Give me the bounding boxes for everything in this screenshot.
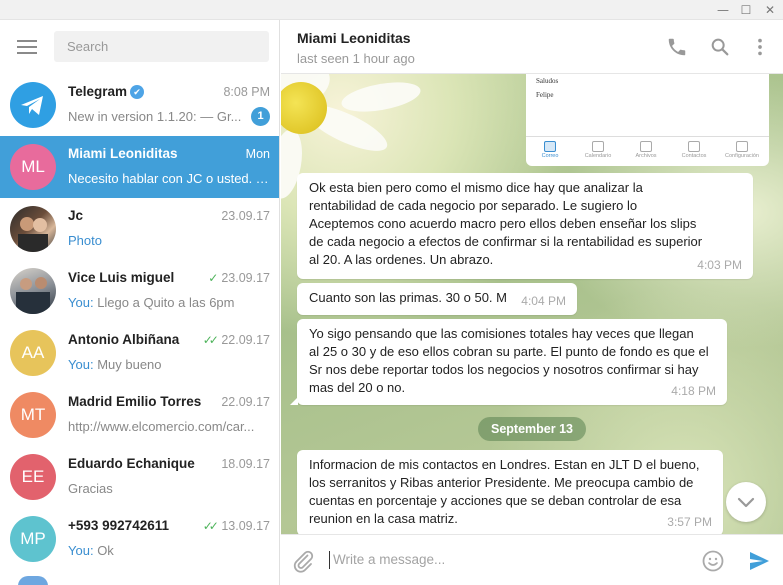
text-cursor bbox=[329, 551, 330, 569]
image-tab-bar: Correo Calendario Archivos Contactos Con… bbox=[526, 136, 769, 164]
avatar bbox=[18, 576, 48, 585]
scroll-down-button[interactable] bbox=[726, 482, 766, 522]
contacts-tab: Contactos bbox=[670, 141, 718, 159]
chat-list-panel: Search Telegram ✔ 8:08 PM New in version … bbox=[0, 20, 280, 585]
image-text-line: Felipe bbox=[536, 91, 554, 99]
search-icon[interactable] bbox=[709, 36, 731, 58]
chat-time: 23.09.17 bbox=[221, 209, 270, 223]
conversation-title[interactable]: Miami Leoniditas bbox=[297, 30, 411, 46]
chat-name: Vice Luis miguel bbox=[68, 270, 175, 285]
message-time: 3:57 PM bbox=[667, 515, 712, 529]
chat-item-593-992742611[interactable]: MP +593 992742611 ✓✓ 13.09.17 You: Ok bbox=[0, 508, 279, 570]
background-daisy bbox=[339, 77, 423, 117]
gear-icon bbox=[736, 141, 748, 152]
files-tab: Archivos bbox=[622, 141, 670, 159]
telegram-logo-icon bbox=[10, 82, 56, 128]
chat-preview: You: Ok bbox=[68, 543, 114, 558]
message-time: 4:18 PM bbox=[671, 384, 716, 398]
chat-time: 8:08 PM bbox=[223, 85, 270, 99]
avatar bbox=[10, 206, 56, 252]
chat-name: Eduardo Echanique bbox=[68, 456, 195, 471]
chat-name: Miami Leoniditas bbox=[68, 146, 178, 161]
image-text-line: Saludos bbox=[536, 77, 559, 85]
chat-time: ✓ 23.09.17 bbox=[208, 271, 270, 285]
avatar bbox=[10, 268, 56, 314]
close-button[interactable]: ✕ bbox=[759, 0, 781, 20]
calendar-icon bbox=[592, 141, 604, 152]
message-bubble[interactable]: Cuanto son las primas. 30 o 50. M 4:04 P… bbox=[297, 283, 577, 315]
chat-preview: Necesito hablar con JC o usted. T... bbox=[68, 171, 270, 186]
double-check-icon: ✓✓ bbox=[202, 333, 219, 347]
message-time: 4:03 PM bbox=[697, 258, 742, 272]
chat-item-eduardo-echanique[interactable]: EE Eduardo Echanique 18.09.17 Gracias bbox=[0, 446, 279, 508]
image-message[interactable]: Saludos Felipe Correo Calendario Archivo… bbox=[526, 74, 769, 166]
message-text: Yo sigo pensando que las comisiones tota… bbox=[309, 326, 709, 395]
more-options-icon[interactable] bbox=[749, 36, 771, 58]
chat-name: Madrid Emilio Torres bbox=[68, 394, 202, 409]
chat-preview: Gracias bbox=[68, 481, 113, 496]
message-bubble[interactable]: Informacion de mis contactos en Londres.… bbox=[297, 450, 723, 534]
chat-preview: http://www.elcomercio.com/car... bbox=[68, 419, 255, 434]
chat-item-vice-luis-miguel[interactable]: Vice Luis miguel ✓ 23.09.17 You: Llego a … bbox=[0, 260, 279, 322]
chat-name: Antonio Albiñana bbox=[68, 332, 180, 347]
phone-icon[interactable] bbox=[666, 36, 688, 58]
last-seen-status: last seen 1 hour ago bbox=[297, 51, 415, 66]
avatar: MP bbox=[10, 516, 56, 562]
conversation-panel: Miami Leoniditas last seen 1 hour ago Sa… bbox=[281, 20, 783, 585]
attach-icon[interactable] bbox=[291, 549, 315, 573]
chat-item-antonio-albinana[interactable]: AA Antonio Albiñana ✓✓ 22.09.17 You: Muy… bbox=[0, 322, 279, 384]
chat-name: Telegram bbox=[68, 84, 128, 99]
chat-item-jc[interactable]: Jc 23.09.17 Photo bbox=[0, 198, 279, 260]
verified-icon: ✔ bbox=[130, 85, 145, 99]
chat-name: Jc bbox=[68, 208, 84, 223]
menu-icon[interactable] bbox=[17, 40, 37, 54]
date-separator: September 13 bbox=[478, 417, 586, 441]
settings-tab: Configuración bbox=[718, 141, 766, 159]
chat-time: Mon bbox=[245, 147, 270, 161]
window-titlebar: — ☐ ✕ bbox=[0, 0, 783, 20]
unread-badge: 1 bbox=[251, 107, 270, 126]
maximize-button[interactable]: ☐ bbox=[735, 0, 757, 20]
read-check-icon: ✓ bbox=[208, 271, 219, 285]
chat-preview: New in version 1.1.20: — Gr... bbox=[68, 109, 242, 124]
message-area[interactable]: Saludos Felipe Correo Calendario Archivo… bbox=[281, 74, 783, 534]
chat-time: ✓✓ 13.09.17 bbox=[202, 519, 270, 533]
conversation-header: Miami Leoniditas last seen 1 hour ago bbox=[281, 20, 783, 74]
chevron-down-icon bbox=[737, 497, 755, 508]
chat-item-miami-leoniditas[interactable]: ML Miami Leoniditas Mon Necesito hablar … bbox=[0, 136, 279, 198]
mail-icon bbox=[544, 141, 556, 152]
chat-time: 18.09.17 bbox=[221, 457, 270, 471]
mail-tab: Correo bbox=[526, 141, 574, 159]
calendar-tab: Calendario bbox=[574, 141, 622, 159]
message-text: Ok esta bien pero como el mismo dice hay… bbox=[309, 180, 703, 267]
search-placeholder: Search bbox=[67, 39, 109, 54]
chat-item-telegram[interactable]: Telegram ✔ 8:08 PM New in version 1.1.20:… bbox=[0, 74, 279, 136]
emoji-icon[interactable] bbox=[701, 549, 725, 573]
chat-preview: You: Muy bueno bbox=[68, 357, 162, 372]
avatar: EE bbox=[10, 454, 56, 500]
search-input[interactable]: Search bbox=[54, 31, 269, 62]
contact-icon bbox=[688, 141, 700, 152]
message-input[interactable]: Write a message... bbox=[333, 552, 445, 567]
chat-name: +593 992742611 bbox=[68, 518, 169, 533]
send-icon[interactable] bbox=[747, 549, 771, 573]
chat-preview: You: Llego a Quito a las 6pm bbox=[68, 295, 235, 310]
avatar: MT bbox=[10, 392, 56, 438]
file-icon bbox=[640, 141, 652, 152]
chat-list-header: Search bbox=[0, 20, 279, 74]
minimize-button[interactable]: — bbox=[712, 0, 734, 20]
message-text: Informacion de mis contactos en Londres.… bbox=[309, 457, 700, 526]
double-check-icon: ✓✓ bbox=[202, 519, 219, 533]
message-bubble[interactable]: Ok esta bien pero como el mismo dice hay… bbox=[297, 173, 753, 279]
avatar: ML bbox=[10, 144, 56, 190]
chat-time: ✓✓ 22.09.17 bbox=[202, 333, 270, 347]
message-time: 4:04 PM bbox=[521, 294, 566, 308]
message-bubble[interactable]: Yo sigo pensando que las comisiones tota… bbox=[290, 319, 727, 405]
chat-preview: Photo bbox=[68, 233, 102, 248]
chat-time: 22.09.17 bbox=[221, 395, 270, 409]
avatar: AA bbox=[10, 330, 56, 376]
message-composer: Write a message... bbox=[281, 534, 783, 585]
chat-item-madrid-emilio-torres[interactable]: MT Madrid Emilio Torres 22.09.17 http://… bbox=[0, 384, 279, 446]
